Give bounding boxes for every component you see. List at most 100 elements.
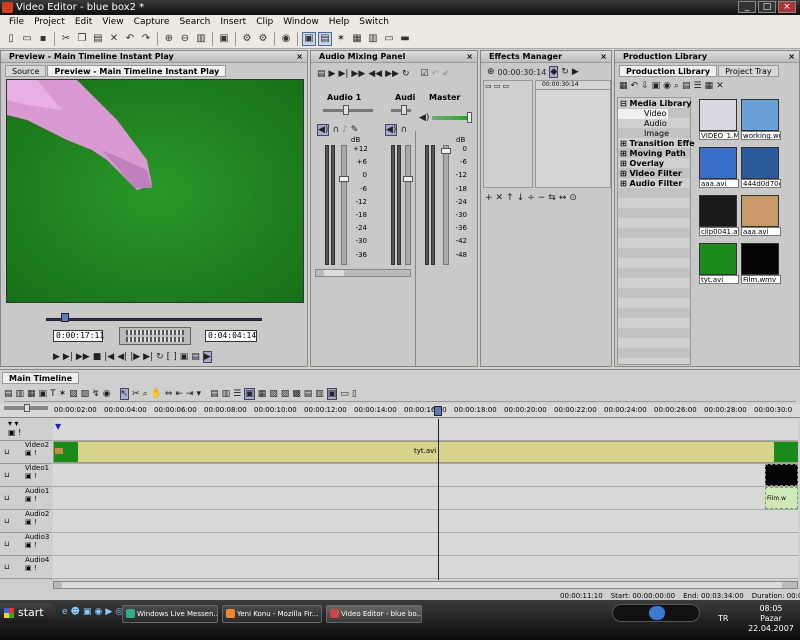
media-item[interactable]: aaa.avi xyxy=(741,195,781,236)
preview-mode-icon[interactable]: ▶ xyxy=(202,351,212,363)
select-tool-icon[interactable]: ↖ xyxy=(119,387,130,400)
timeline-scrollbar[interactable] xyxy=(53,581,798,589)
add-path-icon[interactable]: ↯ xyxy=(92,389,100,399)
add-effect-icon[interactable]: ✶ xyxy=(59,389,67,399)
lock-icon[interactable]: ▤ xyxy=(304,389,313,399)
next-key-icon[interactable]: ⇆ xyxy=(548,193,556,203)
unlock-icon[interactable]: ▥ xyxy=(315,389,324,399)
tab-preview[interactable]: Preview - Main Timeline Instant Play xyxy=(47,65,227,77)
view-icon[interactable]: ▦ xyxy=(619,81,628,91)
video-clip[interactable]: tyt.avi xyxy=(53,441,798,463)
track-header-video2[interactable]: Video2 ▣ ! ⊔ xyxy=(0,441,52,464)
preview-scrubber[interactable] xyxy=(46,313,262,323)
properties-icon[interactable]: ▤ xyxy=(682,81,691,91)
list-view-icon[interactable]: ☰ xyxy=(233,389,241,399)
fader-master[interactable] xyxy=(441,145,451,265)
add-text-icon[interactable]: T xyxy=(50,389,56,399)
clock[interactable]: 08:05 Pazar 22.04.2007 xyxy=(742,604,800,634)
play-to-end-icon[interactable]: ▶▶ xyxy=(76,352,90,362)
save-icon[interactable]: ▪ xyxy=(36,32,50,46)
add-transition-icon[interactable]: ▧ xyxy=(69,389,78,399)
fit-icon[interactable]: ▭ xyxy=(340,389,349,399)
undo-icon[interactable]: ↶ xyxy=(432,69,440,79)
tab-production-library[interactable]: Production Library xyxy=(619,65,718,77)
lock-icon[interactable]: ⊔ xyxy=(4,540,9,548)
timeline-view-icon[interactable]: ▥ xyxy=(222,389,231,399)
search-icon[interactable]: ⌕ xyxy=(674,81,679,91)
loop-icon[interactable]: ↻ xyxy=(561,67,569,77)
music-note-icon[interactable]: ♪ xyxy=(342,125,348,135)
rewind-icon[interactable]: ◀◀ xyxy=(368,69,382,79)
maximize-button[interactable]: □ xyxy=(758,1,776,13)
desktop-icon[interactable]: ▣ xyxy=(83,607,92,617)
menu-capture[interactable]: Capture xyxy=(129,15,175,29)
messenger-icon[interactable]: ☻ xyxy=(71,607,80,617)
paste-icon[interactable]: ▤ xyxy=(91,32,105,46)
menu-view[interactable]: View xyxy=(97,15,128,29)
fader-audio2[interactable] xyxy=(403,145,413,265)
add-icon[interactable]: + xyxy=(485,193,493,203)
track-header-audio1[interactable]: Audio1 ▣ ! ⊔ xyxy=(0,487,52,510)
play-selection-icon[interactable]: ▶| xyxy=(338,69,348,79)
menu-search[interactable]: Search xyxy=(174,15,215,29)
zoom-tool-icon[interactable]: ⌕ xyxy=(143,389,148,399)
apply-icon[interactable]: ✔ xyxy=(442,69,450,79)
tree-video-filter[interactable]: ⊞ Video Filter xyxy=(618,169,690,179)
copy-icon[interactable]: ❐ xyxy=(75,32,89,46)
open-icon[interactable]: ▭ xyxy=(20,32,34,46)
go-end-icon[interactable]: ▶| xyxy=(143,352,153,362)
speaker-icon[interactable]: ◀) xyxy=(317,124,330,136)
capture-icon[interactable]: ◉ xyxy=(663,81,671,91)
new-icon[interactable]: ▯ xyxy=(4,32,18,46)
tree-media-library[interactable]: ⊟ Media Library xyxy=(618,99,692,109)
move-down-icon[interactable]: ↓ xyxy=(517,193,525,203)
thumbnail-view-icon[interactable]: ▦ xyxy=(705,81,714,91)
copy-key-icon[interactable]: ↭ xyxy=(559,193,567,203)
add-filter-icon[interactable]: ▨ xyxy=(81,389,90,399)
trim-tool-icon[interactable]: ⇤ xyxy=(175,389,183,399)
menu-window[interactable]: Window xyxy=(278,15,324,29)
media-item[interactable]: aaa.avi xyxy=(699,147,739,188)
video-clip[interactable] xyxy=(765,464,798,486)
taskbar-item-video-editor[interactable]: Video Editor - blue bo... xyxy=(326,605,422,623)
fast-forward-icon[interactable]: ▶▶ xyxy=(385,69,399,79)
track-header-video1[interactable]: Video1 ▣ ! ⊔ xyxy=(0,464,52,487)
tree-audio-filter[interactable]: ⊞ Audio Filter xyxy=(618,179,690,189)
expand-icon[interactable]: ▯ xyxy=(352,389,357,399)
preferences-icon[interactable]: ⚙ xyxy=(256,32,270,46)
storyboard-view-icon[interactable]: ▤ xyxy=(210,389,219,399)
remove-icon[interactable]: ✕ xyxy=(496,193,504,203)
razor-tool-icon[interactable]: ✂ xyxy=(132,389,140,399)
loop-icon[interactable]: ↻ xyxy=(156,352,164,362)
tab-source[interactable]: Source xyxy=(5,65,47,77)
play-to-end-icon[interactable]: ▶▶ xyxy=(351,69,365,79)
record-icon[interactable]: ◉ xyxy=(103,389,111,399)
help-icon[interactable]: ◉ xyxy=(279,32,293,46)
list-view-icon[interactable]: ☰ xyxy=(694,81,702,91)
prev-key-icon[interactable]: − xyxy=(538,193,546,203)
close-icon[interactable]: × xyxy=(600,51,607,63)
playhead-handle[interactable] xyxy=(434,406,442,416)
ie-icon[interactable]: e xyxy=(62,607,68,617)
undo-icon[interactable]: ↶ xyxy=(123,32,137,46)
zoom-out-icon[interactable]: ⊖ xyxy=(178,32,192,46)
keyframe-icon[interactable]: ◆ xyxy=(549,66,559,78)
import-icon[interactable]: ⇩ xyxy=(641,81,649,91)
close-icon[interactable]: × xyxy=(788,51,795,63)
minimize-button[interactable]: _ xyxy=(738,1,756,13)
auto-scroll-icon[interactable]: ▣ xyxy=(326,387,338,400)
ripple-icon[interactable]: ▦ xyxy=(258,389,267,399)
add-audio-icon[interactable]: ▦ xyxy=(27,389,36,399)
slip-tool-icon[interactable]: ⇔ xyxy=(165,389,173,399)
timeline-ruler[interactable]: 00:00:02:00 00:00:04:00 00:00:06:00 00:0… xyxy=(0,404,800,418)
back-icon[interactable]: ↶ xyxy=(631,81,639,91)
monitor-icon[interactable]: ▭ xyxy=(382,32,396,46)
menu-insert[interactable]: Insert xyxy=(215,15,251,29)
fader-audio1[interactable] xyxy=(339,145,349,265)
move-up-icon[interactable]: ↑ xyxy=(506,193,514,203)
export-icon[interactable]: ▣ xyxy=(217,32,231,46)
tree-video[interactable]: Video xyxy=(618,109,668,119)
library-toggle-icon[interactable]: ▦ xyxy=(350,32,364,46)
pan-slider-audio1[interactable] xyxy=(323,105,373,115)
mark-out-icon[interactable]: ] xyxy=(173,352,177,362)
